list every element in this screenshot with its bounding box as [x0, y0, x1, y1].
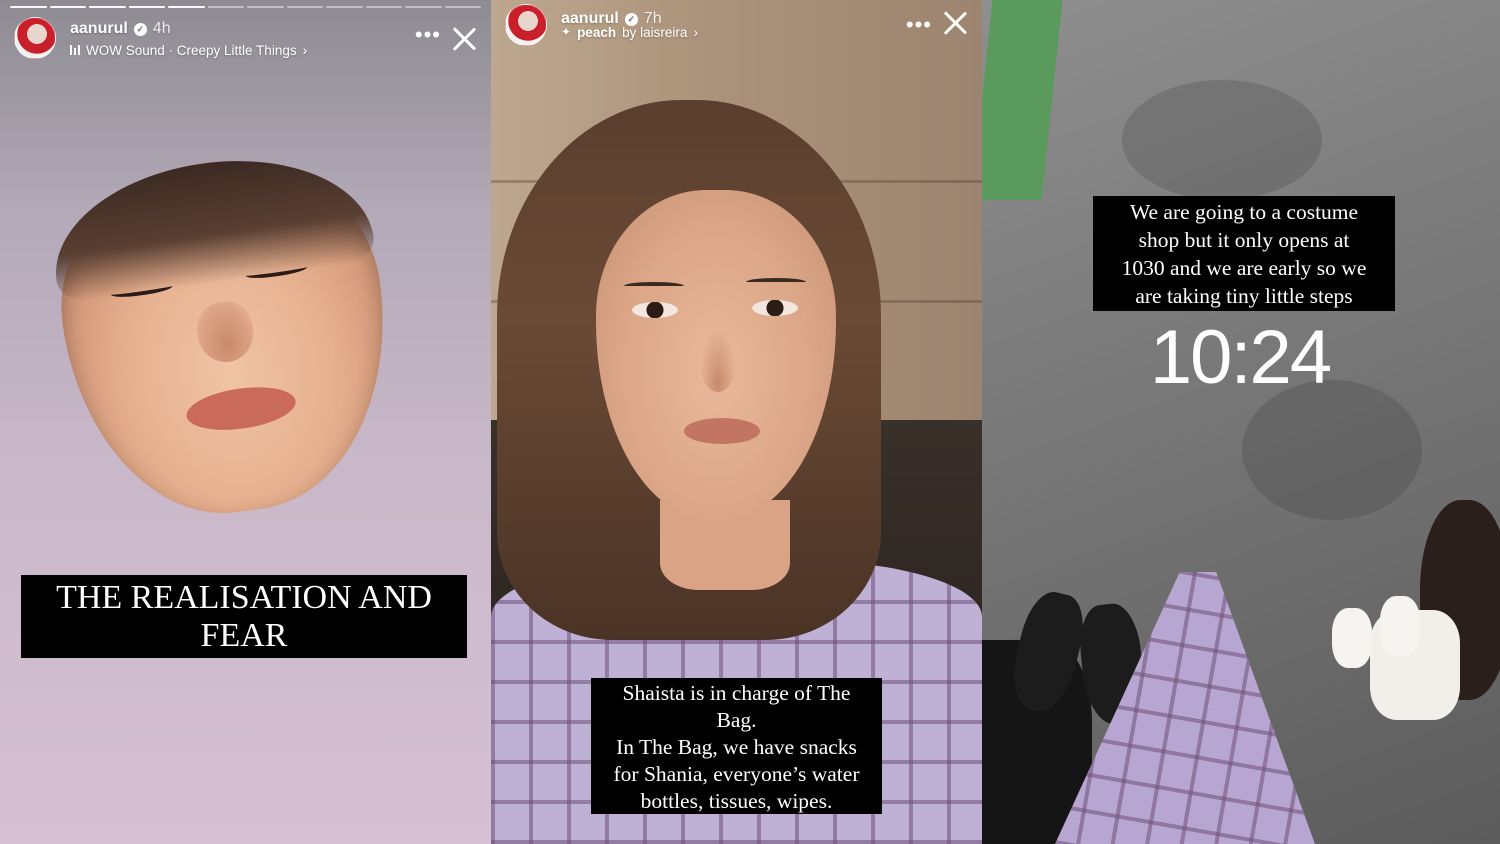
progress-segment: [326, 6, 363, 8]
progress-segment: [207, 6, 244, 8]
eyebrow: [746, 278, 806, 286]
story-progress-bar: [10, 6, 481, 8]
nose: [700, 332, 736, 392]
story-caption: Shaista is in charge of The Bag. In The …: [591, 678, 882, 814]
more-options-icon[interactable]: •••: [415, 24, 441, 46]
progress-segment: [405, 6, 442, 8]
floor-stain: [1242, 380, 1422, 520]
progress-segment: [49, 6, 86, 8]
progress-segment: [89, 6, 126, 8]
username[interactable]: aanurul: [70, 20, 128, 38]
audio-bars-icon: [70, 45, 80, 55]
caption-line: In The Bag, we have snacks: [616, 735, 857, 759]
story-panel-3[interactable]: [982, 0, 1500, 844]
story-panel-1[interactable]: aanurul ✓ 4h WOW Sound · Creepy Little T…: [0, 0, 491, 844]
story-header: aanurul ✓ 4h WOW Sound · Creepy Little T…: [14, 14, 477, 62]
child: [1330, 500, 1500, 800]
eye: [632, 302, 678, 318]
lips: [183, 381, 299, 437]
verified-badge-icon: ✓: [133, 22, 147, 36]
eye: [752, 300, 798, 316]
child-shoe: [1380, 596, 1420, 656]
nose: [193, 298, 258, 366]
audio-track: peach: [577, 24, 617, 40]
floor-stain: [1122, 80, 1322, 200]
progress-segment: [10, 6, 47, 8]
green-floor-edge: [982, 0, 1063, 200]
progress-segment: [365, 6, 402, 8]
caption-line: 1030 and we are early so we: [1121, 256, 1367, 280]
child-shoe: [1332, 608, 1372, 668]
post-time: 4h: [152, 20, 171, 37]
audio-artist: by laisreira: [622, 24, 688, 40]
caption-line: shop but it only opens at: [1138, 228, 1350, 252]
progress-segment: [444, 6, 481, 8]
sparkle-icon: ✦: [561, 25, 572, 39]
eyebrow: [624, 282, 684, 290]
chevron-right-icon: ›: [693, 24, 699, 40]
lips: [684, 418, 760, 444]
story-2-overlay: aanurul ✓ 7h ✦ peach by laisreira › •••: [491, 0, 982, 70]
close-icon[interactable]: [942, 10, 968, 36]
avatar[interactable]: [14, 17, 56, 59]
progress-segment: [168, 6, 205, 8]
avatar[interactable]: [505, 4, 547, 46]
caption-line: are taking tiny little steps: [1135, 284, 1353, 308]
progress-segment: [128, 6, 165, 8]
more-options-icon[interactable]: •••: [906, 14, 932, 36]
caption-line: bottles, tissues, wipes.: [640, 789, 833, 813]
username-row[interactable]: aanurul ✓ 4h: [70, 20, 171, 38]
chevron-right-icon: ›: [302, 42, 308, 58]
progress-segment: [286, 6, 323, 8]
progress-segment: [247, 6, 284, 8]
face-cutout-photo: [43, 141, 409, 533]
story-caption: We are going to a costume shop but it on…: [1093, 196, 1395, 311]
caption-line: We are going to a costume: [1129, 200, 1359, 224]
audio-attribution[interactable]: ✦ peach by laisreira ›: [561, 24, 698, 40]
audio-label: WOW Sound · Creepy Little Things: [86, 42, 297, 58]
story-header: aanurul ✓ 7h ✦ peach by laisreira › •••: [505, 4, 968, 62]
caption-line: for Shania, everyone’s water: [613, 762, 860, 786]
caption-line: Shaista is in charge of The: [622, 681, 851, 705]
hair: [43, 141, 377, 305]
audio-attribution[interactable]: WOW Sound · Creepy Little Things ›: [70, 42, 307, 58]
caption-line: Bag.: [716, 708, 757, 732]
close-icon[interactable]: [451, 26, 477, 52]
time-sticker: 10:24: [1149, 315, 1332, 400]
story-caption: THE REALISATION AND FEAR: [21, 575, 467, 658]
